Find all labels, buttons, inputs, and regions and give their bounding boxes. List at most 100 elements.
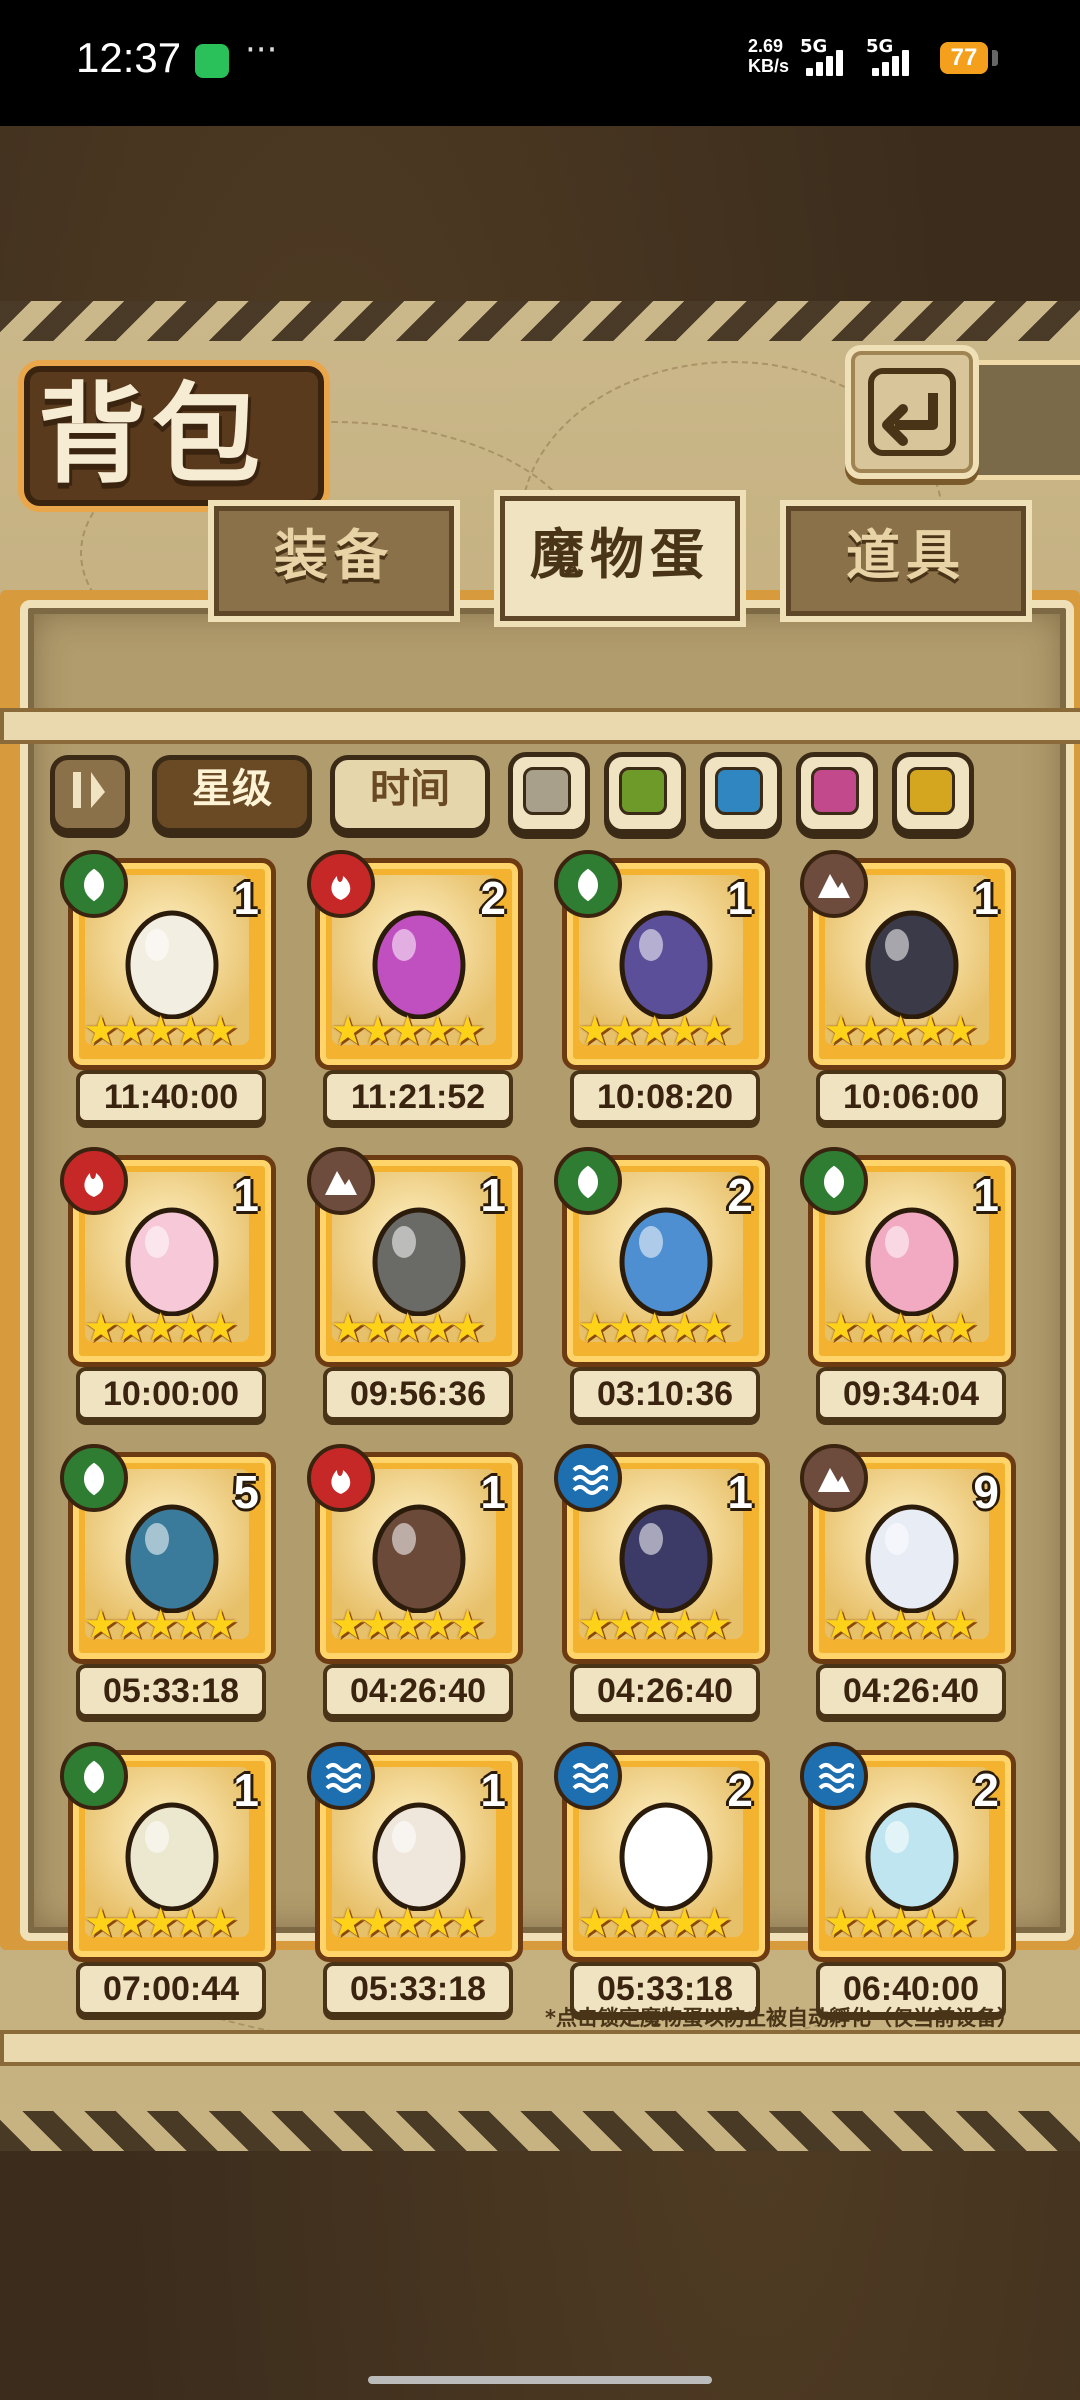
filter-color-gold[interactable] — [892, 752, 974, 834]
grass-element-icon — [800, 1147, 868, 1215]
hatch-timer: 10:06:00 — [816, 1070, 1006, 1124]
egg-count: 1 — [233, 1764, 259, 1816]
egg-card[interactable]: 1 ★★★★★ 04:26:40 — [307, 1444, 523, 1742]
egg-card[interactable]: 1 ★★★★★ 04:26:40 — [554, 1444, 770, 1742]
hatch-timer: 11:21:52 — [323, 1070, 513, 1124]
grass-element-icon — [60, 1444, 128, 1512]
grass-element-icon — [554, 850, 622, 918]
filter-color-pink[interactable] — [796, 752, 878, 834]
star-rating: ★★★★★ — [330, 1008, 485, 1054]
egg-card[interactable]: 1 ★★★★★ 10:00:00 — [60, 1147, 276, 1445]
earth-element-icon — [800, 850, 868, 918]
tab-monster-eggs[interactable]: 魔物蛋 — [494, 490, 746, 627]
hatch-timer: 10:00:00 — [76, 1367, 266, 1421]
hatch-timer: 03:10:36 — [570, 1367, 760, 1421]
egg-count: 2 — [973, 1764, 999, 1816]
egg-card[interactable]: 2 ★★★★★ 03:10:36 — [554, 1147, 770, 1445]
star-rating: ★★★★★ — [577, 1602, 732, 1648]
monster-egg-icon — [865, 1504, 959, 1613]
home-indicator[interactable] — [368, 2376, 712, 2384]
hatch-timer: 07:00:44 — [76, 1962, 266, 2016]
star-rating: ★★★★★ — [330, 1602, 485, 1648]
network-speed-unit: KB/s — [748, 56, 790, 76]
egg-card[interactable]: 1 ★★★★★ 10:06:00 — [800, 850, 1016, 1148]
egg-card[interactable]: 2 ★★★★★ 11:21:52 — [307, 850, 523, 1148]
sort-by-time-label: 时间 — [370, 766, 450, 812]
fire-element-icon — [307, 1444, 375, 1512]
color-swatch — [715, 767, 763, 815]
egg-count: 1 — [973, 1169, 999, 1221]
star-rating: ★★★★★ — [83, 1602, 238, 1648]
star-rating: ★★★★★ — [83, 1008, 238, 1054]
monster-egg-icon — [619, 1504, 713, 1613]
sort-by-time-button[interactable]: 时间 — [330, 755, 490, 833]
tab-items-label: 道具 — [846, 524, 966, 587]
star-rating: ★★★★★ — [577, 1305, 732, 1351]
egg-card[interactable]: 1 ★★★★★ 05:33:18 — [307, 1742, 523, 2040]
star-rating: ★★★★★ — [823, 1900, 978, 1946]
egg-card[interactable]: 1 ★★★★★ 10:08:20 — [554, 850, 770, 1148]
monster-egg-icon — [619, 1207, 713, 1316]
tab-monster-eggs-label: 魔物蛋 — [530, 523, 710, 586]
water-element-icon — [307, 1742, 375, 1810]
egg-card[interactable]: 1 ★★★★★ 11:40:00 — [60, 850, 276, 1148]
grass-element-icon — [60, 1742, 128, 1810]
filter-color-gray[interactable] — [508, 752, 590, 834]
egg-card[interactable]: 5 ★★★★★ 05:33:18 — [60, 1444, 276, 1742]
sort-order-toggle[interactable] — [50, 755, 130, 833]
page-title: 背包 — [38, 372, 267, 498]
egg-count: 1 — [480, 1169, 506, 1221]
egg-card[interactable]: 2 ★★★★★ 06:40:00 — [800, 1742, 1016, 2040]
color-swatch — [619, 767, 667, 815]
egg-count: 1 — [480, 1764, 506, 1816]
filter-color-blue[interactable] — [700, 752, 782, 834]
battery-icon — [992, 50, 998, 66]
earth-element-icon — [307, 1147, 375, 1215]
monster-egg-icon — [125, 1504, 219, 1613]
monster-egg-icon — [619, 910, 713, 1019]
star-rating: ★★★★★ — [577, 1008, 732, 1054]
tab-equipment[interactable]: 装备 — [208, 500, 460, 622]
star-rating: ★★★★★ — [330, 1900, 485, 1946]
star-rating: ★★★★★ — [83, 1305, 238, 1351]
monster-egg-icon — [372, 1207, 466, 1316]
hatch-timer: 04:26:40 — [570, 1664, 760, 1718]
sort-order-icon — [73, 772, 105, 808]
sort-by-star-button[interactable]: 星级 — [152, 755, 312, 833]
tab-items[interactable]: 道具 — [780, 500, 1032, 622]
egg-count: 5 — [233, 1466, 259, 1518]
hatch-timer: 09:56:36 — [323, 1367, 513, 1421]
status-bar: 12:37 ··· 2.69 KB/s 5G 5G 77 — [0, 0, 1080, 126]
egg-card[interactable]: 2 ★★★★★ 05:33:18 — [554, 1742, 770, 2040]
battery-level: 77 — [940, 42, 988, 74]
star-rating: ★★★★★ — [330, 1305, 485, 1351]
tab-equipment-label: 装备 — [274, 524, 394, 587]
egg-card[interactable]: 1 ★★★★★ 07:00:44 — [60, 1742, 276, 2040]
filter-color-green[interactable] — [604, 752, 686, 834]
egg-card[interactable]: 1 ★★★★★ 09:34:04 — [800, 1147, 1016, 1445]
back-button[interactable] — [845, 345, 979, 479]
monster-egg-icon — [372, 910, 466, 1019]
monster-egg-icon — [372, 1802, 466, 1911]
egg-count: 9 — [973, 1466, 999, 1518]
return-arrow-icon — [868, 368, 956, 456]
egg-count: 1 — [973, 872, 999, 924]
earth-element-icon — [800, 1444, 868, 1512]
monster-egg-icon — [865, 910, 959, 1019]
monster-egg-icon — [865, 1802, 959, 1911]
monster-egg-icon — [125, 1802, 219, 1911]
grass-element-icon — [554, 1147, 622, 1215]
egg-count: 2 — [480, 872, 506, 924]
egg-card[interactable]: 9 ★★★★★ 04:26:40 — [800, 1444, 1016, 1742]
star-rating: ★★★★★ — [823, 1008, 978, 1054]
water-element-icon — [800, 1742, 868, 1810]
egg-count: 2 — [727, 1169, 753, 1221]
wechat-icon — [195, 44, 229, 78]
monster-egg-icon — [865, 1207, 959, 1316]
fire-element-icon — [307, 850, 375, 918]
water-element-icon — [554, 1742, 622, 1810]
star-rating: ★★★★★ — [577, 1900, 732, 1946]
egg-card[interactable]: 1 ★★★★★ 09:56:36 — [307, 1147, 523, 1445]
color-swatch — [811, 767, 859, 815]
hatch-timer: 04:26:40 — [323, 1664, 513, 1718]
